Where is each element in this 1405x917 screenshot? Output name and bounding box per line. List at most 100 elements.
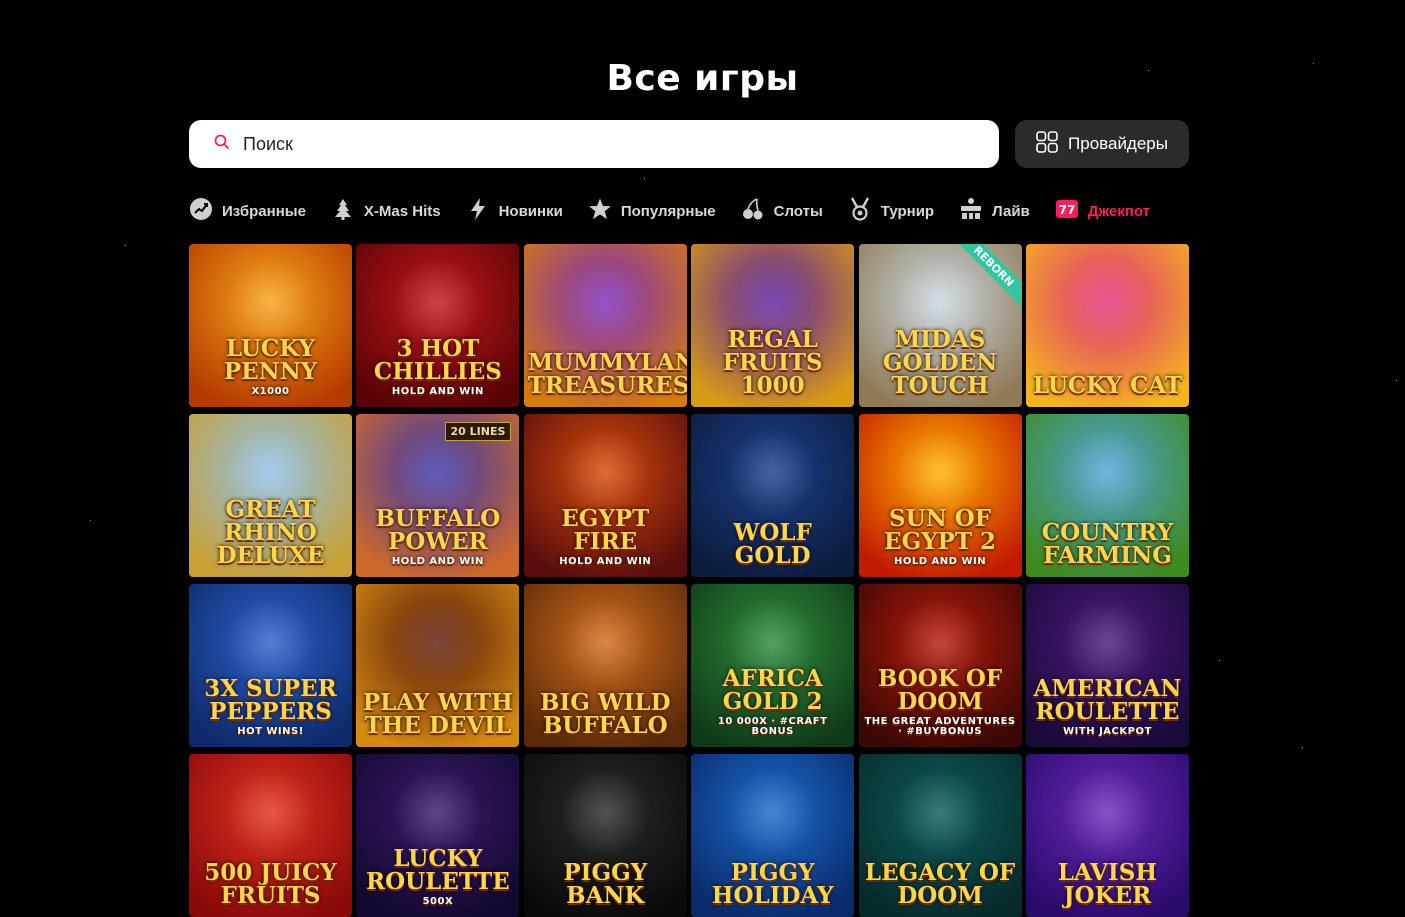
tab-xmas-hits[interactable]: X-Mas Hits (331, 197, 441, 225)
game-title: Legacy of Doom (859, 861, 1022, 917)
game-title-text: Egypt Fire (561, 505, 650, 555)
game-tile[interactable]: Great Rhino Deluxe (189, 414, 352, 577)
game-title: Mummyland Treasures (524, 351, 687, 407)
game-tile[interactable]: Big Wild Buffalo (523, 584, 687, 747)
game-title: Buffalo Power HOLD AND WIN (356, 507, 519, 577)
tab-tournament[interactable]: Турнир (848, 197, 934, 225)
category-tabs: Избранные X-Mas Hits Новинки Популярные … (189, 196, 1150, 226)
game-subtitle: HOLD AND WIN (894, 556, 987, 567)
game-title-text: Country Farming (1041, 519, 1174, 569)
game-tile[interactable]: 3 Hot Chillies HOLD AND WIN (356, 244, 520, 407)
game-title: 3x Super Peppers HOT WINS! (189, 677, 352, 747)
game-tile[interactable]: REBORN Midas Golden Touch (858, 244, 1022, 407)
tab-popular[interactable]: Популярные (588, 197, 716, 225)
providers-button-label: Провайдеры (1068, 134, 1168, 153)
game-title-text: Lucky Cat (1032, 372, 1182, 399)
game-title-text: Sun of Egypt 2 (884, 505, 997, 555)
game-title: Big Wild Buffalo (524, 691, 687, 747)
providers-button[interactable]: Провайдеры (1015, 120, 1189, 168)
game-title-text: 3x Super Peppers (204, 675, 337, 725)
game-title: Book of Doom The Great Adventures · #BUYB… (859, 667, 1022, 747)
star-icon (588, 197, 612, 225)
game-artwork (1061, 768, 1152, 858)
game-title: Play With The Devil (356, 691, 519, 747)
game-title: 3 Hot Chillies HOLD AND WIN (356, 337, 519, 407)
tab-favorites-label: Избранные (222, 202, 306, 220)
game-title-text: 500 Juicy Fruits (204, 859, 337, 909)
game-subtitle: The Great Adventures · #BUYBONUS (864, 716, 1016, 737)
game-title-text: Great Rhino Deluxe (216, 496, 325, 569)
game-title-text: Piggy Bank (563, 859, 648, 909)
game-tile[interactable]: Legacy of Doom (858, 754, 1022, 917)
game-tile[interactable]: Africa Gold 2 10 000x · #CRAFT BONUS (691, 584, 855, 747)
game-tile[interactable]: Regal Fruits 1000 (691, 244, 855, 407)
game-subtitle: HOLD AND WIN (559, 556, 652, 567)
game-tile[interactable]: Lucky Penny X1000 (189, 244, 352, 407)
game-title-text: Midas Golden Touch (882, 326, 998, 399)
game-tile[interactable]: Piggy Holiday (691, 754, 855, 917)
tab-new-label: Новинки (498, 202, 563, 220)
game-tile[interactable]: Book of Doom The Great Adventures · #BUYB… (858, 584, 1022, 747)
game-artwork (392, 598, 483, 688)
favorites-icon (189, 197, 213, 225)
game-title: American Roulette WITH JACKPOT (1026, 677, 1189, 747)
game-artwork (727, 428, 818, 518)
game-subtitle: HOLD AND WIN (391, 556, 484, 567)
page-title: Все игры (606, 58, 799, 99)
game-title-text: 3 Hot Chillies (373, 335, 502, 385)
tab-popular-label: Популярные (620, 202, 716, 220)
game-title: Piggy Bank (524, 861, 687, 917)
tab-live[interactable]: Лайв (959, 197, 1030, 225)
lightning-icon (466, 197, 490, 225)
game-tile[interactable]: Country Farming (1025, 414, 1189, 577)
game-title: Lavish Joker (1026, 861, 1189, 917)
tab-favorites[interactable]: Избранные (189, 197, 306, 225)
game-tile[interactable]: Mummyland Treasures (523, 244, 687, 407)
game-artwork (1061, 428, 1152, 518)
christmas-tree-icon (331, 197, 355, 225)
game-artwork (894, 768, 985, 858)
game-artwork (727, 768, 818, 858)
game-tile[interactable]: Egypt Fire HOLD AND WIN (523, 414, 687, 577)
game-tile[interactable]: 500 Juicy Fruits (189, 754, 352, 917)
game-title-text: Piggy Holiday (711, 859, 834, 909)
game-subtitle: HOT WINS! (237, 726, 304, 737)
game-tile[interactable]: Sun of Egypt 2 HOLD AND WIN (858, 414, 1022, 577)
game-title: Lucky Cat (1026, 374, 1189, 407)
game-title: Wolf Gold (691, 521, 854, 577)
game-tile[interactable]: 3x Super Peppers HOT WINS! (189, 584, 352, 747)
game-title-text: Wolf Gold (733, 519, 812, 569)
game-title-text: Lucky Penny (223, 335, 318, 385)
game-tile[interactable]: 20 LINES Buffalo Power HOLD AND WIN (356, 414, 520, 577)
game-title-text: Big Wild Buffalo (540, 689, 671, 739)
game-title: Regal Fruits 1000 (691, 328, 854, 407)
tab-tournament-label: Турнир (880, 202, 935, 220)
game-tile[interactable]: Wolf Gold (691, 414, 855, 577)
tab-new[interactable]: Новинки (466, 197, 563, 225)
game-title: Sun of Egypt 2 HOLD AND WIN (859, 507, 1022, 577)
game-tile[interactable]: Lucky Cat (1025, 244, 1189, 407)
game-title-text: Play With The Devil (362, 689, 513, 739)
svg-text:77: 77 (1058, 203, 1075, 217)
tab-xmas-hits-label: X-Mas Hits (363, 202, 441, 220)
game-title-text: Lavish Joker (1057, 859, 1158, 909)
tab-slots[interactable]: Слоты (741, 197, 823, 225)
tab-live-label: Лайв (992, 202, 1030, 220)
game-tile[interactable]: American Roulette WITH JACKPOT (1025, 584, 1189, 747)
game-title: Lucky Roulette 500x (356, 847, 519, 917)
tab-jackpot[interactable]: 77 Джекпот (1055, 197, 1150, 225)
game-tile[interactable]: Play With The Devil (356, 584, 520, 747)
search-icon (213, 133, 231, 156)
game-title-text: Legacy of Doom (864, 859, 1016, 909)
game-tile[interactable]: Piggy Bank (523, 754, 687, 917)
game-tile[interactable]: Lavish Joker (1025, 754, 1189, 917)
game-badge: 20 LINES (444, 422, 512, 441)
medal-icon (848, 197, 872, 225)
game-title-text: Book of Doom (877, 665, 1003, 715)
games-grid: Lucky Penny X1000 3 Hot Chillies HOLD AND W… (189, 244, 1189, 917)
game-title: 500 Juicy Fruits (189, 861, 352, 917)
game-title-text: Regal Fruits 1000 (722, 326, 823, 399)
search-box[interactable] (189, 120, 999, 168)
game-tile[interactable]: Lucky Roulette 500x (356, 754, 520, 917)
search-input[interactable] (241, 132, 945, 156)
